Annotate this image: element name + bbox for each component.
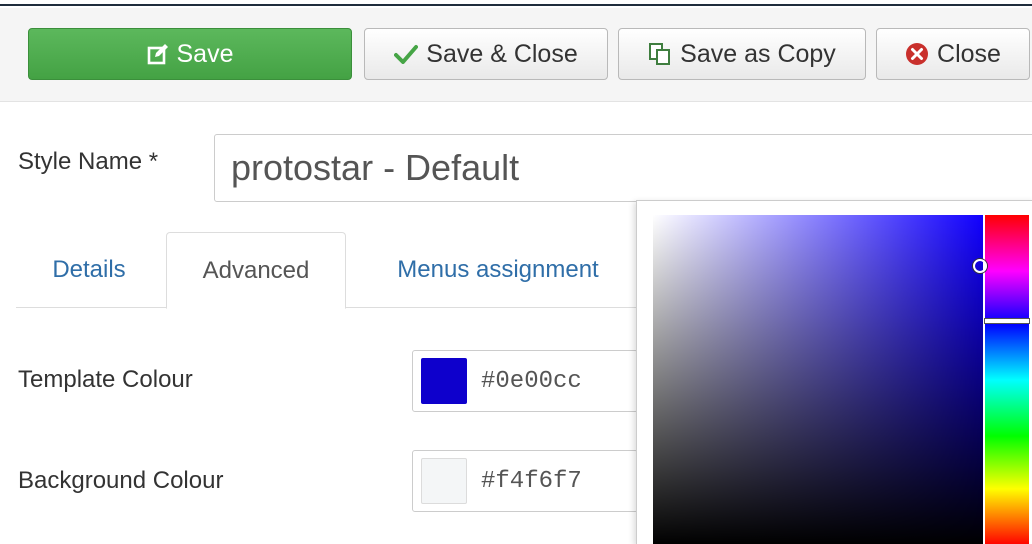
close-label: Close [937,39,1001,68]
template-colour-value: #0e00cc [481,367,582,395]
background-colour-swatch[interactable] [421,458,467,504]
copy-icon [648,42,672,66]
style-name-label: Style Name * [18,148,159,175]
color-picker-popup [636,200,1032,544]
close-circle-icon [905,42,929,66]
top-border [0,0,1032,6]
saturation-black-gradient [653,215,983,544]
hue-slider[interactable] [985,215,1029,544]
tab-details[interactable]: Details [16,232,162,308]
saturation-brightness-area[interactable] [653,215,983,544]
style-name-value: protostar - Default [231,147,520,188]
template-colour-swatch[interactable] [421,358,467,404]
template-colour-field[interactable]: #0e00cc [412,350,638,412]
background-colour-label: Background Colour [18,467,224,494]
tab-advanced[interactable]: Advanced [166,232,346,309]
save-as-copy-button[interactable]: Save as Copy [618,28,866,80]
saturation-handle[interactable] [973,259,987,273]
close-button[interactable]: Close [876,28,1030,80]
edit-icon [147,43,169,65]
tab-menus-assignment[interactable]: Menus assignment [360,232,636,308]
checkmark-icon [394,44,419,64]
toolbar: Save Save & Close Save as Copy Close [0,8,1032,102]
template-colour-label: Template Colour [18,366,193,393]
save-button[interactable]: Save [28,28,352,80]
style-name-input[interactable]: protostar - Default [214,134,1032,202]
hue-slider-handle[interactable] [985,319,1029,323]
save-close-label: Save & Close [426,39,578,68]
background-colour-field[interactable]: #f4f6f7 [412,450,638,512]
save-close-button[interactable]: Save & Close [364,28,608,80]
save-label: Save [176,39,234,68]
background-colour-value: #f4f6f7 [481,467,582,495]
save-copy-label: Save as Copy [680,39,836,68]
